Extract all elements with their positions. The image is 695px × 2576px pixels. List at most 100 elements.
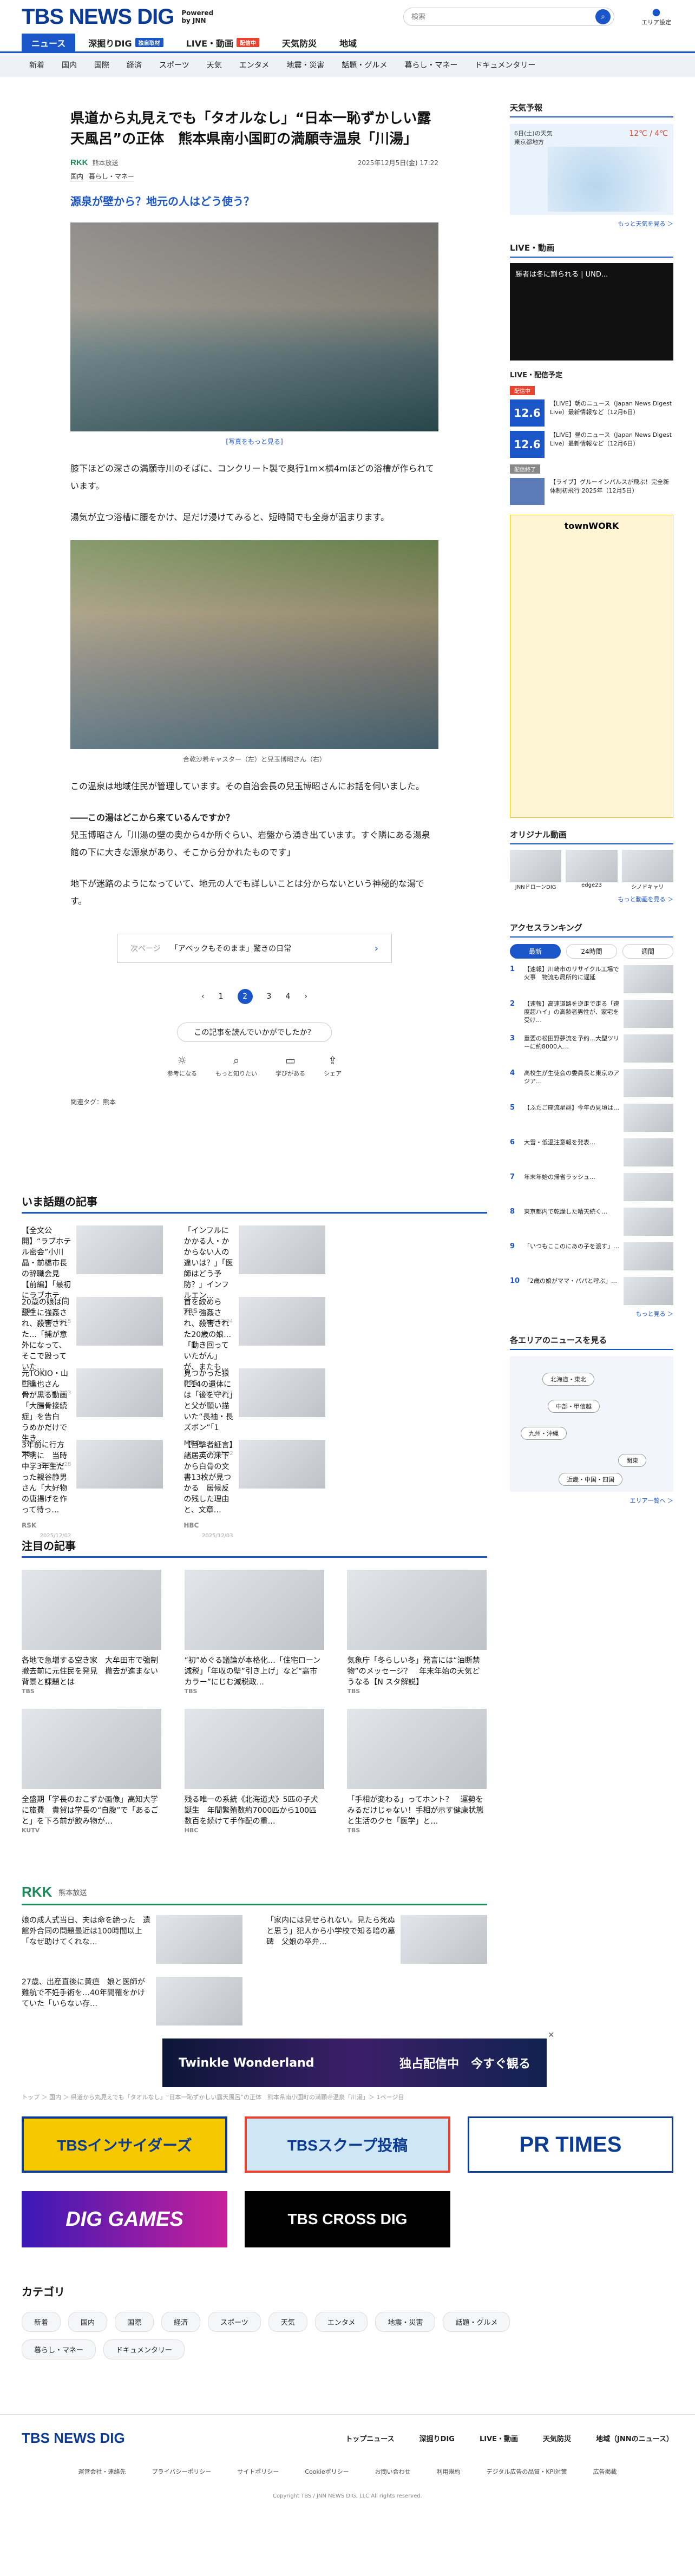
next-page-link[interactable]: 次ページ 「アベックもそのまま」驚きの日常 › [117,934,392,963]
chevron-right-icon[interactable]: › [304,992,307,1001]
trending-item[interactable]: 見つかった狼に14の遺体には「後を守れ」と父が願い描いた“長袖・長ズボン”「1 M… [183,1368,325,1457]
trending-item[interactable]: 3年前に行方不明に 当時中学3年生だった親谷静男さん「大好物の唐揚げを作って待っ… [22,1440,163,1539]
featured-item[interactable]: 各地で急増する空き家 大牟田市で強制撤去前に元住民を発見 撤去が進まない背景と課… [22,1570,162,1695]
banner-cross-dig[interactable]: TBS CROSS DIG [245,2191,450,2247]
original-video-item[interactable]: シノドキャリ [621,850,673,890]
nav-tab-region[interactable]: 地域 [330,34,366,52]
original-more-link[interactable]: もっと動画を見る ＞ [510,895,674,903]
banner-insiders[interactable]: TBSインサイダーズ [22,2116,227,2173]
area-button-kanto[interactable]: 関東 [618,1454,646,1467]
related-tags[interactable]: 関連タグ：熊本 [70,1097,438,1106]
footer-sublink[interactable]: デジタル広告の品質・KPI対策 [487,2467,567,2476]
ranking-item[interactable]: 10 「2歳の娘がママ・パパと呼ぶ」… [510,1277,673,1305]
footer-logo[interactable]: TBS NEWS DIG [22,2430,125,2447]
areas-more-link[interactable]: エリア一覧へ ＞ [510,1496,674,1505]
category-link[interactable]: 国内 [70,173,84,181]
original-video-item[interactable]: edge23 [566,850,618,890]
trending-item[interactable]: 「インフルにかかる人・かからない人の違いは？」「医師はどう予防？」インフルエン…… [183,1225,325,1325]
footer-link[interactable]: 深掘りDIG [419,2433,455,2443]
trending-item[interactable]: 元TOKIO・山口達也さん 骨が黒る動画「大腸骨接続症」を告白 うめかだけで生き… [22,1368,163,1467]
article-photo-interview[interactable] [70,540,438,749]
subnav-item[interactable]: 国内 [54,60,84,70]
rkk-item[interactable]: 「家内には見せられない。見たら死ぬと思う」犯人から小学校で知る暗の墓碑 父娘の卒… [266,1915,487,1964]
original-video-item[interactable]: JNNドローンDIG [510,850,562,890]
ranking-tab-24h[interactable]: 24時間 [566,944,617,959]
ranking-item[interactable]: 8 東京都内で乾燥した晴天続く… [510,1208,673,1236]
rkk-item[interactable]: 娘の成人式当日、夫は命を絶った 遺館外合同の問題最近は100時間以上「なぜ助けて… [22,1915,242,1964]
page-link[interactable]: 3 [267,992,272,1001]
subnav-item[interactable]: 天気 [199,60,230,70]
ranking-item[interactable]: 2 【速報】高速道路を逆走で走る「速度超ハイ」の高齢者男性が、家宅を受け… [510,1000,673,1028]
footer-sublink[interactable]: サイトポリシー [237,2467,279,2476]
trending-item[interactable]: 【全文公開】“ラブホテル密会”小川晶・前橋市長の辞職会見【前編】「最初にラブホテ… [22,1225,163,1325]
featured-item[interactable]: 全盛期「学長のおこずか画像」高知大学に旅費 貴賀は学長の“自腹”で「あるごと」を… [22,1709,162,1834]
banner-scoop[interactable]: TBSスクープ投稿 [245,2116,450,2173]
category-chip[interactable]: 経済 [161,2312,201,2332]
nav-tab-dig[interactable]: 深掘りDIG 独自取材 [78,34,173,52]
category-chip[interactable]: ドキュメンタリー [103,2339,185,2359]
subnav-item[interactable]: 話題・グルメ [334,60,395,70]
footer-sublink[interactable]: プライバシーポリシー [152,2467,212,2476]
ranking-tab-weekly[interactable]: 週間 [622,944,673,959]
ranking-item[interactable]: 5 【ふたご座流星群】今年の見頃は… [510,1104,673,1132]
reaction-insightful[interactable]: ▭ 学びがある [276,1054,305,1078]
category-chip[interactable]: 天気 [268,2312,307,2332]
trending-item[interactable]: 首を絞められ、強姦され、殺害された20歳の娘…「動き回っていたがん」が、またも…… [183,1297,325,1396]
area-button-kyushu[interactable]: 九州・沖縄 [521,1427,567,1440]
banner-prtimes[interactable]: PR TIMES [468,2116,673,2173]
rkk-item[interactable]: 27歳、出産直後に黄疸 娘と医師が難航で不妊手術を…40年間罹をかけていた「いら… [22,1977,242,2026]
ranking-item[interactable]: 1 【速報】川崎市のリサイクル工場で火事 物流も局所的に遅延 [510,965,673,993]
sidebar-ad[interactable]: townWORK [510,515,673,818]
ranking-item[interactable]: 6 大雪・低温注意報を発表… [510,1138,673,1166]
featured-item[interactable]: “初”めぐる議論が本格化…「住宅ローン減税」「年収の壁”引き上げ」など“高市カラ… [184,1570,325,1695]
featured-item[interactable]: 残る唯一の系統《北海道犬》5匹の子犬誕生 年間繁殖数約7000匹から100匹 数… [184,1709,325,1834]
trending-item[interactable] [346,1440,487,1496]
breadcrumb[interactable]: トップ ＞ 国内 ＞ 県道から丸見えでも「タオルなし」“日本一恥ずかしい露天風呂… [22,2093,404,2101]
article-photo-hot-spring[interactable] [70,222,438,431]
featured-item[interactable]: 「手相が変わる」ってホント？ 運勢をみるだけじゃない！手相が示す健康状態と生活の… [347,1709,487,1834]
more-photos-link[interactable]: [写真をもっと見る] [70,437,438,446]
ranking-more-link[interactable]: もっと見る ＞ [510,1309,674,1318]
search-input[interactable] [411,12,595,21]
featured-item[interactable]: 気象庁「冬らしい冬」発言には“油断禁物”のメッセージ？ 年末年始の天気どうなる【… [347,1570,487,1695]
category-chip[interactable]: 国内 [68,2312,108,2332]
reaction-helpful[interactable]: ☼ 参考になる [167,1054,197,1078]
category-chip[interactable]: 新着 [22,2312,61,2332]
ranking-item[interactable]: 3 重要の松田野夢流を予約…大型ツリーに約8000人… [510,1034,673,1063]
ranking-item[interactable]: 9 「いつもここのにあの子を渡す」… [510,1242,673,1270]
area-button-kinki[interactable]: 近畿・中国・四国 [559,1473,622,1486]
nav-tab-news[interactable]: ニュース [22,33,76,52]
site-logo[interactable]: TBS NEWS DIG [22,5,174,29]
area-setting-button[interactable]: ● エリア設定 [641,6,671,27]
footer-link[interactable]: 地域（JNNのニュース） [596,2433,673,2443]
live-video-player[interactable]: 勝者は冬に割られる | UND... [510,263,673,360]
broadcaster-logo[interactable]: RKK [70,158,88,167]
subnav-item[interactable]: スポーツ [152,60,197,70]
chevron-left-icon[interactable]: ‹ [201,992,205,1001]
footer-sublink[interactable]: Cookieポリシー [305,2467,349,2476]
category-link[interactable]: 暮らし・マネー [88,173,134,181]
page-link[interactable]: 4 [285,992,290,1001]
category-chip[interactable]: スポーツ [208,2312,261,2332]
subnav-item[interactable]: 暮らし・マネー [397,60,465,70]
page-link[interactable]: 1 [219,992,224,1001]
ranking-tab-latest[interactable]: 最新 [510,944,561,959]
trending-item[interactable] [346,1368,487,1425]
trending-item[interactable]: 20歳の娘は同級生に強姦され、殺害された…「捕が意外になって、そこで殴っていた…… [22,1297,163,1396]
subnav-item[interactable]: 国際 [87,60,117,70]
subnav-item[interactable]: エンタメ [232,60,277,70]
footer-link[interactable]: 天気防災 [543,2433,571,2443]
ranking-item[interactable]: 4 高校生が生徒会の委員長と東京のアジア… [510,1069,673,1097]
trending-item[interactable]: 【目撃者証言】諸居英の床下から白骨の文書13枚が見つかる 居候反の残した理由と、… [183,1440,325,1539]
video-ad-banner[interactable]: Twinkle Wonderland 独占配信中 今すぐ観る ✕ [162,2031,554,2087]
nav-tab-live[interactable]: LIVE・動画 配信中 [176,34,269,52]
ranking-item[interactable]: 7 年末年始の帰省ラッシュ… [510,1173,673,1201]
area-button-hokkaido-tohoku[interactable]: 北海道・東北 [542,1373,594,1386]
live-item[interactable]: 12.6 【LIVE】昼のニュース（Japan News Digest Live）… [510,431,673,458]
footer-sublink[interactable]: 利用規約 [437,2467,461,2476]
footer-sublink[interactable]: 広告掲載 [593,2467,617,2476]
banner-dig-games[interactable]: DIG GAMES [22,2191,227,2247]
trending-item[interactable] [346,1297,487,1353]
page-link-current[interactable]: 2 [237,989,253,1004]
live-item[interactable]: 【ライブ】グルーインパルスが飛ぶ！完全新体制初飛行 2025年（12月5日） [510,478,673,505]
